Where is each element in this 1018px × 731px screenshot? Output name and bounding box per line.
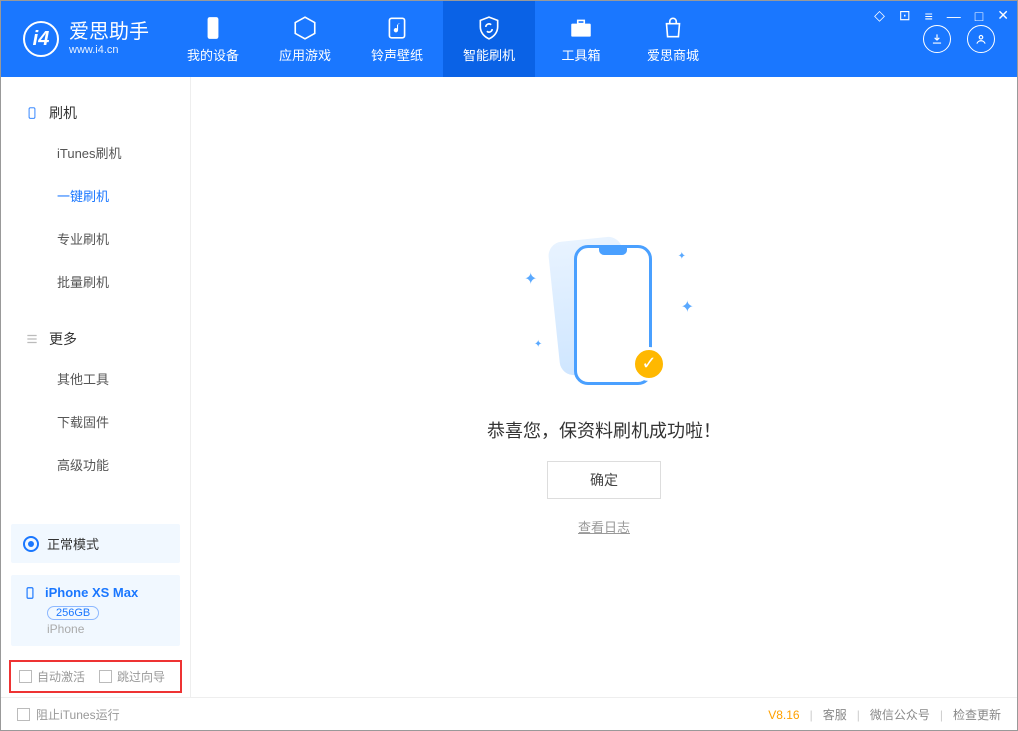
bag-icon <box>660 15 686 41</box>
sparkle-icon: ✦ <box>681 297 694 317</box>
shield-refresh-icon <box>476 15 502 41</box>
sidebar-item-oneclick-flash[interactable]: 一键刷机 <box>1 174 190 217</box>
app-url: www.i4.cn <box>69 44 149 57</box>
cube-icon <box>292 15 318 41</box>
sidebar-section-flash: 刷机 <box>1 95 190 131</box>
app-logo: i4 爱思助手 www.i4.cn <box>1 20 167 57</box>
checkbox-skip-setup[interactable]: 跳过向导 <box>99 668 165 685</box>
sidebar-item-pro-flash[interactable]: 专业刷机 <box>1 217 190 260</box>
app-header: i4 爱思助手 www.i4.cn 我的设备 应用游戏 铃声壁纸 智能刷机 工具… <box>1 1 1017 77</box>
sparkle-icon: ✦ <box>524 269 537 289</box>
nav-smart-flash[interactable]: 智能刷机 <box>443 1 535 77</box>
nav-ringtone-wallpaper[interactable]: 铃声壁纸 <box>351 1 443 77</box>
nav-label: 工具箱 <box>561 45 600 64</box>
nav-label: 铃声壁纸 <box>371 45 423 64</box>
phone-icon <box>200 15 226 41</box>
briefcase-icon <box>568 15 594 41</box>
check-badge-icon: ✓ <box>632 347 666 381</box>
nav-apps-games[interactable]: 应用游戏 <box>259 1 351 77</box>
menu-icon[interactable]: ≡ <box>925 8 933 24</box>
checkbox-auto-activate[interactable]: 自动激活 <box>19 668 85 685</box>
sidebar-item-batch-flash[interactable]: 批量刷机 <box>1 260 190 303</box>
sidebar-item-download-firmware[interactable]: 下载固件 <box>1 400 190 443</box>
nav-label: 智能刷机 <box>463 45 515 64</box>
phone-outline-icon <box>25 106 39 120</box>
nav-my-device[interactable]: 我的设备 <box>167 1 259 77</box>
mode-label: 正常模式 <box>47 534 99 553</box>
feedback-icon[interactable]: ⊡ <box>899 7 911 24</box>
nav-label: 应用游戏 <box>279 45 331 64</box>
checkbox-block-itunes[interactable]: 阻止iTunes运行 <box>17 706 120 723</box>
check-update-link[interactable]: 检查更新 <box>953 706 1001 723</box>
wechat-link[interactable]: 微信公众号 <box>870 706 930 723</box>
sidebar-section-more: 更多 <box>1 321 190 357</box>
version-label: V8.16 <box>768 708 799 722</box>
account-button[interactable] <box>967 25 995 53</box>
top-nav: 我的设备 应用游戏 铃声壁纸 智能刷机 工具箱 爱思商城 <box>167 1 719 77</box>
logo-icon: i4 <box>23 21 59 57</box>
flash-options-row: 自动激活 跳过向导 <box>9 660 182 693</box>
success-message: 恭喜您，保资料刷机成功啦！ <box>487 417 721 443</box>
device-info-box[interactable]: iPhone XS Max 256GB iPhone <box>11 575 180 646</box>
sidebar-item-itunes-flash[interactable]: iTunes刷机 <box>1 131 190 174</box>
app-title: 爱思助手 <box>69 20 149 44</box>
nav-toolbox[interactable]: 工具箱 <box>535 1 627 77</box>
sidebar-item-advanced[interactable]: 高级功能 <box>1 443 190 486</box>
main-content: ✦ ✦ ✦ ✦ ✓ 恭喜您，保资料刷机成功啦！ 确定 查看日志 <box>191 77 1017 697</box>
sidebar-item-other-tools[interactable]: 其他工具 <box>1 357 190 400</box>
download-button[interactable] <box>923 25 951 53</box>
device-mode-box[interactable]: 正常模式 <box>11 524 180 563</box>
device-type: iPhone <box>47 622 168 636</box>
status-bar: 阻止iTunes运行 V8.16 | 客服 | 微信公众号 | 检查更新 <box>1 697 1017 731</box>
mode-indicator-icon <box>23 536 39 552</box>
sparkle-icon: ✦ <box>534 339 542 350</box>
close-button[interactable]: ✕ <box>997 7 1009 24</box>
list-icon <box>25 332 39 346</box>
sparkle-icon: ✦ <box>678 251 686 262</box>
sidebar: 刷机 iTunes刷机 一键刷机 专业刷机 批量刷机 更多 其他工具 下载固件 … <box>1 77 191 697</box>
skin-icon[interactable]: ◇ <box>874 7 885 24</box>
nav-label: 我的设备 <box>187 45 239 64</box>
maximize-button[interactable]: □ <box>975 8 983 24</box>
nav-store[interactable]: 爱思商城 <box>627 1 719 77</box>
support-link[interactable]: 客服 <box>823 706 847 723</box>
view-log-link[interactable]: 查看日志 <box>578 517 630 536</box>
minimize-button[interactable]: — <box>947 8 961 24</box>
window-controls: ◇ ⊡ ≡ — □ ✕ <box>874 7 1009 24</box>
success-illustration: ✦ ✦ ✦ ✦ ✓ <box>474 239 734 399</box>
music-file-icon <box>384 15 410 41</box>
device-phone-icon <box>23 586 37 600</box>
nav-label: 爱思商城 <box>647 45 699 64</box>
header-actions <box>923 25 1017 53</box>
ok-button[interactable]: 确定 <box>547 461 661 499</box>
device-name: iPhone XS Max <box>45 585 138 600</box>
device-capacity: 256GB <box>47 606 99 620</box>
